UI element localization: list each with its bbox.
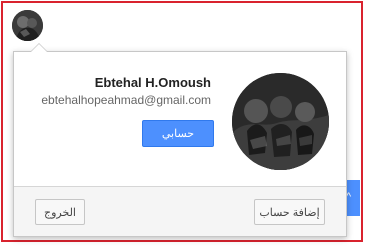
- profile-photo: [232, 73, 329, 170]
- user-name: Ebtehal H.Omoush: [94, 75, 211, 90]
- my-account-button[interactable]: حسابي: [142, 120, 214, 147]
- add-account-button[interactable]: إضافة حساب: [254, 199, 325, 225]
- account-avatar-button[interactable]: [12, 10, 43, 41]
- profile-photo-icon: [232, 73, 329, 170]
- account-popup: Ebtehal H.Omoush ebtehalhopeahmad@gmail.…: [13, 43, 347, 237]
- avatar-icon: [12, 10, 43, 41]
- sign-out-button[interactable]: الخروج: [35, 199, 85, 225]
- account-popup-footer: الخروج إضافة حساب: [14, 186, 346, 236]
- popup-caret: [30, 43, 48, 52]
- user-email: ebtehalhopeahmad@gmail.com: [41, 93, 211, 107]
